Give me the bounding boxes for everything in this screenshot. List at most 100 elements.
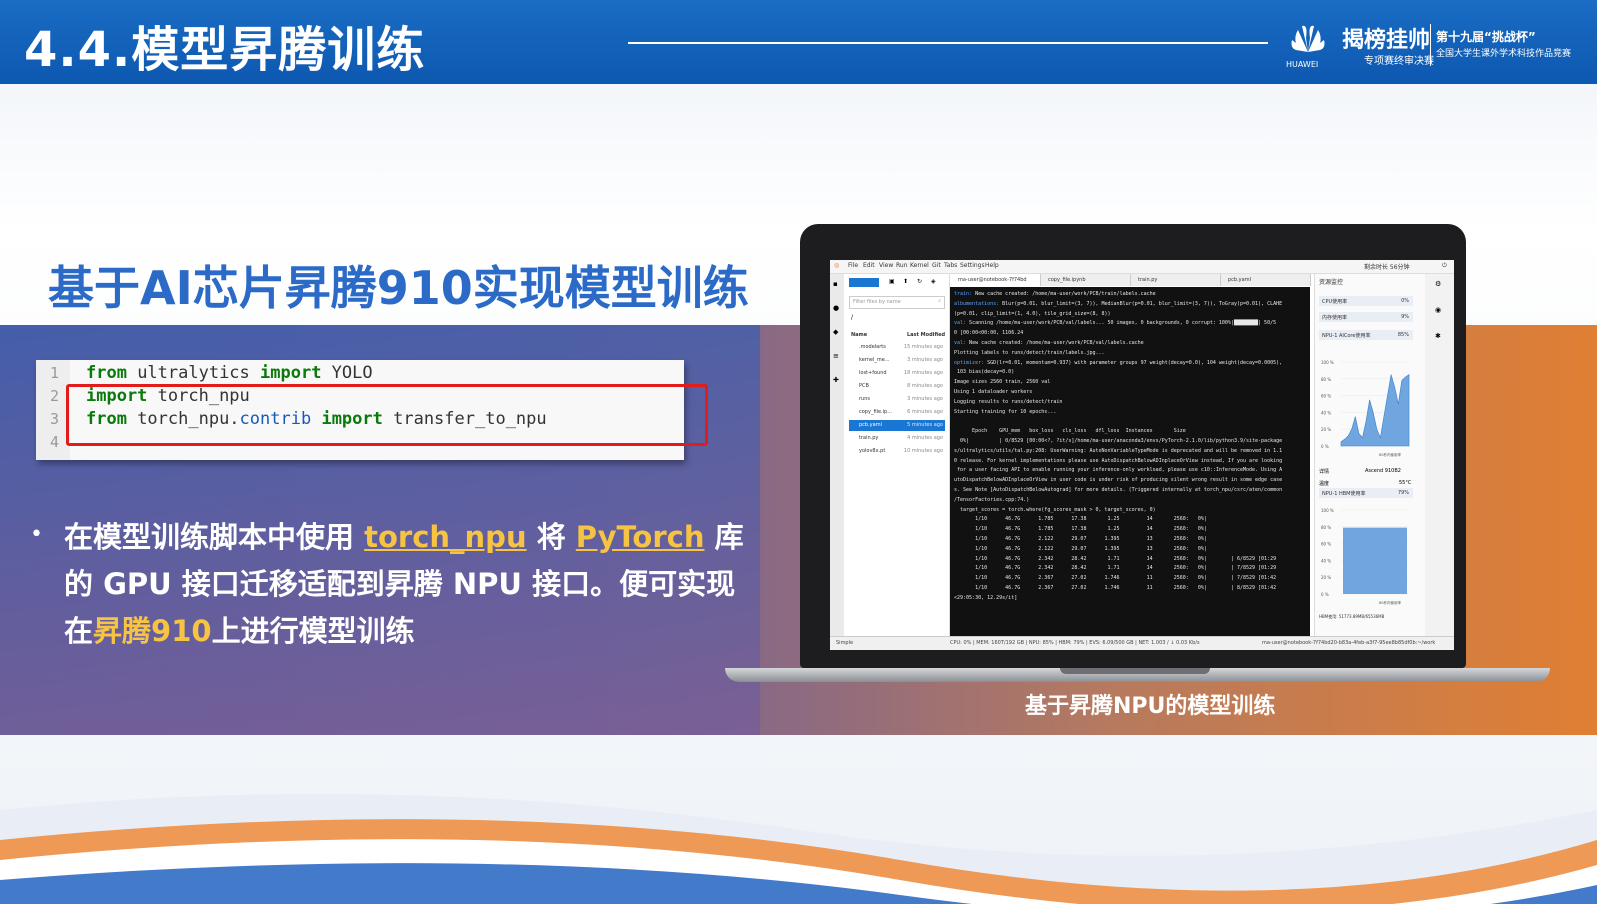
hbm-usage-row[interactable]: NPU-1 HBM使用率 79% [1319, 488, 1413, 498]
huawei-label: HUAWEI [1286, 60, 1319, 69]
line-number: 4 [50, 433, 60, 451]
breadcrumb[interactable]: / [851, 314, 853, 321]
menu-view[interactable]: View [879, 262, 893, 269]
menu-run[interactable]: Run [896, 262, 908, 269]
tab-train[interactable]: train.py [1130, 274, 1221, 286]
menu-file[interactable]: File [848, 262, 858, 269]
terminal-line: 1/10 46.7G 2.122 29.07 1.395 13 2560: 0%… [954, 536, 1207, 542]
file-time: 5 minutes ago [907, 422, 943, 428]
file-row[interactable]: kernel_me... 3 minutes ago [849, 355, 945, 366]
brand-name: 揭榜挂帅 [1342, 28, 1431, 53]
tab-pcb-yaml[interactable]: pcb.yaml [1220, 274, 1311, 286]
resource-monitor: 资源监控 CPU使用率 0% 内存使用率 9% NPU-1 AICore使用率 85%… [1314, 274, 1425, 636]
activity-bar: ▪ ● ◆ ≡ ✚ [830, 274, 844, 636]
axis-tick-label: 40 % [1321, 558, 1331, 563]
menu-kernel[interactable]: Kernel [910, 262, 929, 269]
file-time: 6 minutes ago [907, 409, 943, 415]
file-row[interactable]: runs 3 minutes ago [849, 394, 945, 405]
file-time: 3 minutes ago [907, 396, 943, 402]
menu-help[interactable]: Help [985, 262, 999, 269]
terminal-line: val: Scanning /home/ma-user/work/PCB/val… [954, 320, 1277, 327]
column-modified[interactable]: Last Modified [907, 332, 945, 338]
column-name[interactable]: Name [851, 332, 867, 338]
power-icon[interactable]: ⏻ [1442, 262, 1447, 270]
debug-icon[interactable]: ✱ [1435, 332, 1441, 340]
chart-time-label: 60秒内使用率 [1379, 600, 1401, 605]
file-name: PCB [859, 383, 869, 389]
file-row[interactable]: train.py 4 minutes ago [849, 433, 945, 444]
spec-value: Ascend 910B2 [1365, 468, 1401, 474]
terminal-line: /TensorFactories.cpp:74.) [954, 496, 1030, 503]
terminal-line: 0 release. For kernel implementations pl… [954, 457, 1283, 464]
terminal-line: Starting training for 10 epochs... [954, 408, 1057, 415]
git-icon[interactable]: ◆ [833, 328, 838, 336]
jupyter-logo-icon: ◎ [834, 262, 840, 269]
spec-label: 详情 [1319, 469, 1330, 475]
axis-tick-label: 20 % [1321, 427, 1331, 432]
list-icon[interactable]: ≡ [833, 352, 839, 360]
terminal-output[interactable]: train: New cache created: /home/ma-user/… [950, 287, 1310, 636]
terminal-line: s/ultralytics/utils/tal.py:208: UserWarn… [954, 447, 1283, 454]
file-name: .modelarts [859, 344, 886, 350]
file-row[interactable]: yolov8x.pt 10 minutes ago [849, 446, 945, 457]
file-row[interactable]: .modelarts 15 minutes ago [849, 342, 945, 353]
file-row-selected[interactable]: pcb.yaml 5 minutes ago [849, 420, 945, 431]
hbm-usage-chart: 100 % 80 % 60 % 40 % 20 % 0 % 60秒内使用率 [1321, 508, 1409, 605]
terminal-line: 103 bias(decay=0.0) [954, 369, 1015, 376]
file-row[interactable]: copy_file.ip... 6 minutes ago [849, 407, 945, 418]
file-time: 3 minutes ago [907, 357, 943, 363]
monitor-icon[interactable]: ◉ [1435, 306, 1441, 314]
terminal-line: 0%| | 0/8529 [00:00<?, ?it/s]/home/ma-us… [954, 438, 1283, 444]
menu-git[interactable]: Git [932, 262, 941, 269]
new-launcher-button[interactable] [849, 278, 879, 287]
npu-usage-row[interactable]: NPU-1 AICore使用率 85% [1319, 330, 1413, 340]
file-time: 15 minutes ago [903, 344, 943, 350]
memory-usage-row[interactable]: 内存使用率 9% [1319, 312, 1413, 322]
terminal-line: for a user facing API to enable running … [954, 467, 1283, 474]
header-divider [628, 42, 1268, 44]
file-row[interactable]: PCB 8 minutes ago [849, 381, 945, 392]
simple-toggle-label[interactable]: Simple [836, 640, 853, 646]
brand-divider [1430, 24, 1431, 66]
running-icon[interactable]: ● [833, 304, 839, 312]
terminal-path: ma-user@notebook-7f74bd20-b83a-4feb-a3f7… [1262, 640, 1436, 646]
refresh-icon[interactable]: ↻ [917, 278, 922, 285]
menu-settings[interactable]: Settings [960, 262, 985, 269]
terminal-line: 1/10 46.7G 2.367 27.02 1.746 11 2560: 0%… [954, 575, 1277, 582]
search-icon: ⌕ [938, 298, 941, 304]
tab-label: train.py [1138, 277, 1158, 283]
para-text: 上进行模型训练 [211, 614, 415, 648]
folder-icon[interactable]: ▪ [833, 280, 838, 288]
laptop-screen: ◎ File Edit View Run Kernel Git Tabs Set… [830, 260, 1454, 650]
menu-tabs[interactable]: Tabs [944, 262, 957, 269]
file-row[interactable]: lost+found 18 minutes ago [849, 368, 945, 379]
editor-tabs: ma-user@notebook-7f74bd copy_file.ipynb … [950, 274, 1311, 286]
cpu-usage-row[interactable]: CPU使用率 0% [1319, 296, 1413, 306]
code-text: YOLO [321, 363, 373, 383]
file-time: 18 minutes ago [903, 370, 943, 376]
tab-label: ma-user@notebook-7f74bd [958, 277, 1027, 283]
axis-tick-label: 0 % [1321, 444, 1329, 449]
highlight-box [66, 384, 708, 446]
code-line-1: from ultralytics import YOLO [86, 363, 373, 383]
upload-icon[interactable]: ⬆ [903, 278, 908, 285]
new-folder-icon[interactable]: ▣ [889, 278, 895, 285]
terminal-line: 1/10 46.7G 2.122 29.07 1.395 13 2560: 0%… [954, 545, 1207, 552]
tab-copy-file[interactable]: copy_file.ipynb [1040, 274, 1131, 286]
tab-terminal[interactable]: ma-user@notebook-7f74bd [950, 274, 1041, 286]
settings-icon[interactable]: ⚙ [1435, 280, 1441, 288]
git-clone-icon[interactable]: ◈ [931, 278, 936, 285]
brand-subtitle: 专项赛终审决赛 [1364, 56, 1434, 67]
para-text: 将 [526, 520, 576, 554]
hbm-value: 79% [1397, 490, 1409, 496]
session-timer: 剩余时长 56分钟 [1364, 264, 1410, 271]
bottom-wave-decoration [0, 794, 1597, 904]
header-bar: 4.4.模型昇腾训练 HUAWEI 揭榜挂帅 专项赛终审决赛 第十九届“挑战杯”… [0, 0, 1597, 84]
menu-edit[interactable]: Edit [863, 262, 875, 269]
temp-label: 温度 [1319, 481, 1330, 487]
axis-tick-label: 20 % [1321, 575, 1331, 580]
line-number: 2 [50, 387, 60, 405]
file-search-input[interactable]: Filter files by name ⌕ [849, 296, 945, 309]
competition-subtitle: 全国大学生课外学术科技作品竞赛 [1436, 49, 1572, 59]
extension-icon[interactable]: ✚ [833, 376, 839, 384]
